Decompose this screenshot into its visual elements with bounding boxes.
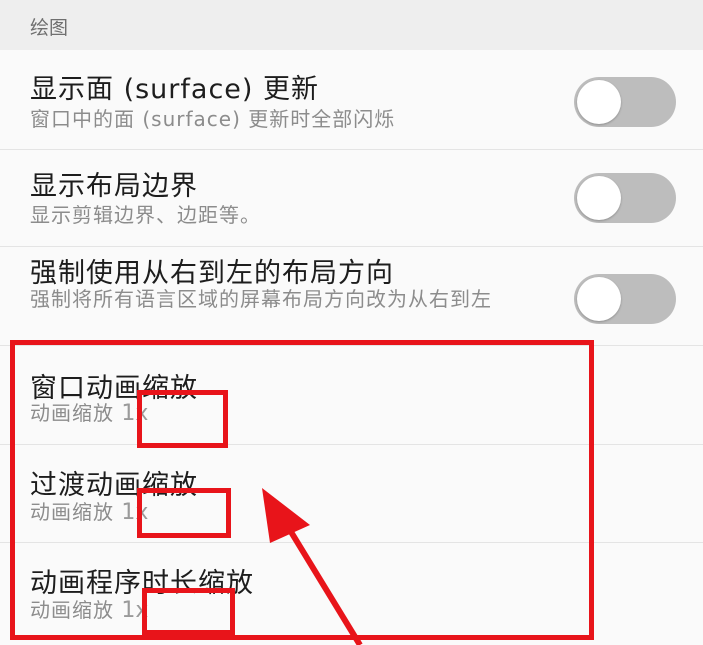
- arrow-icon: [262, 488, 363, 645]
